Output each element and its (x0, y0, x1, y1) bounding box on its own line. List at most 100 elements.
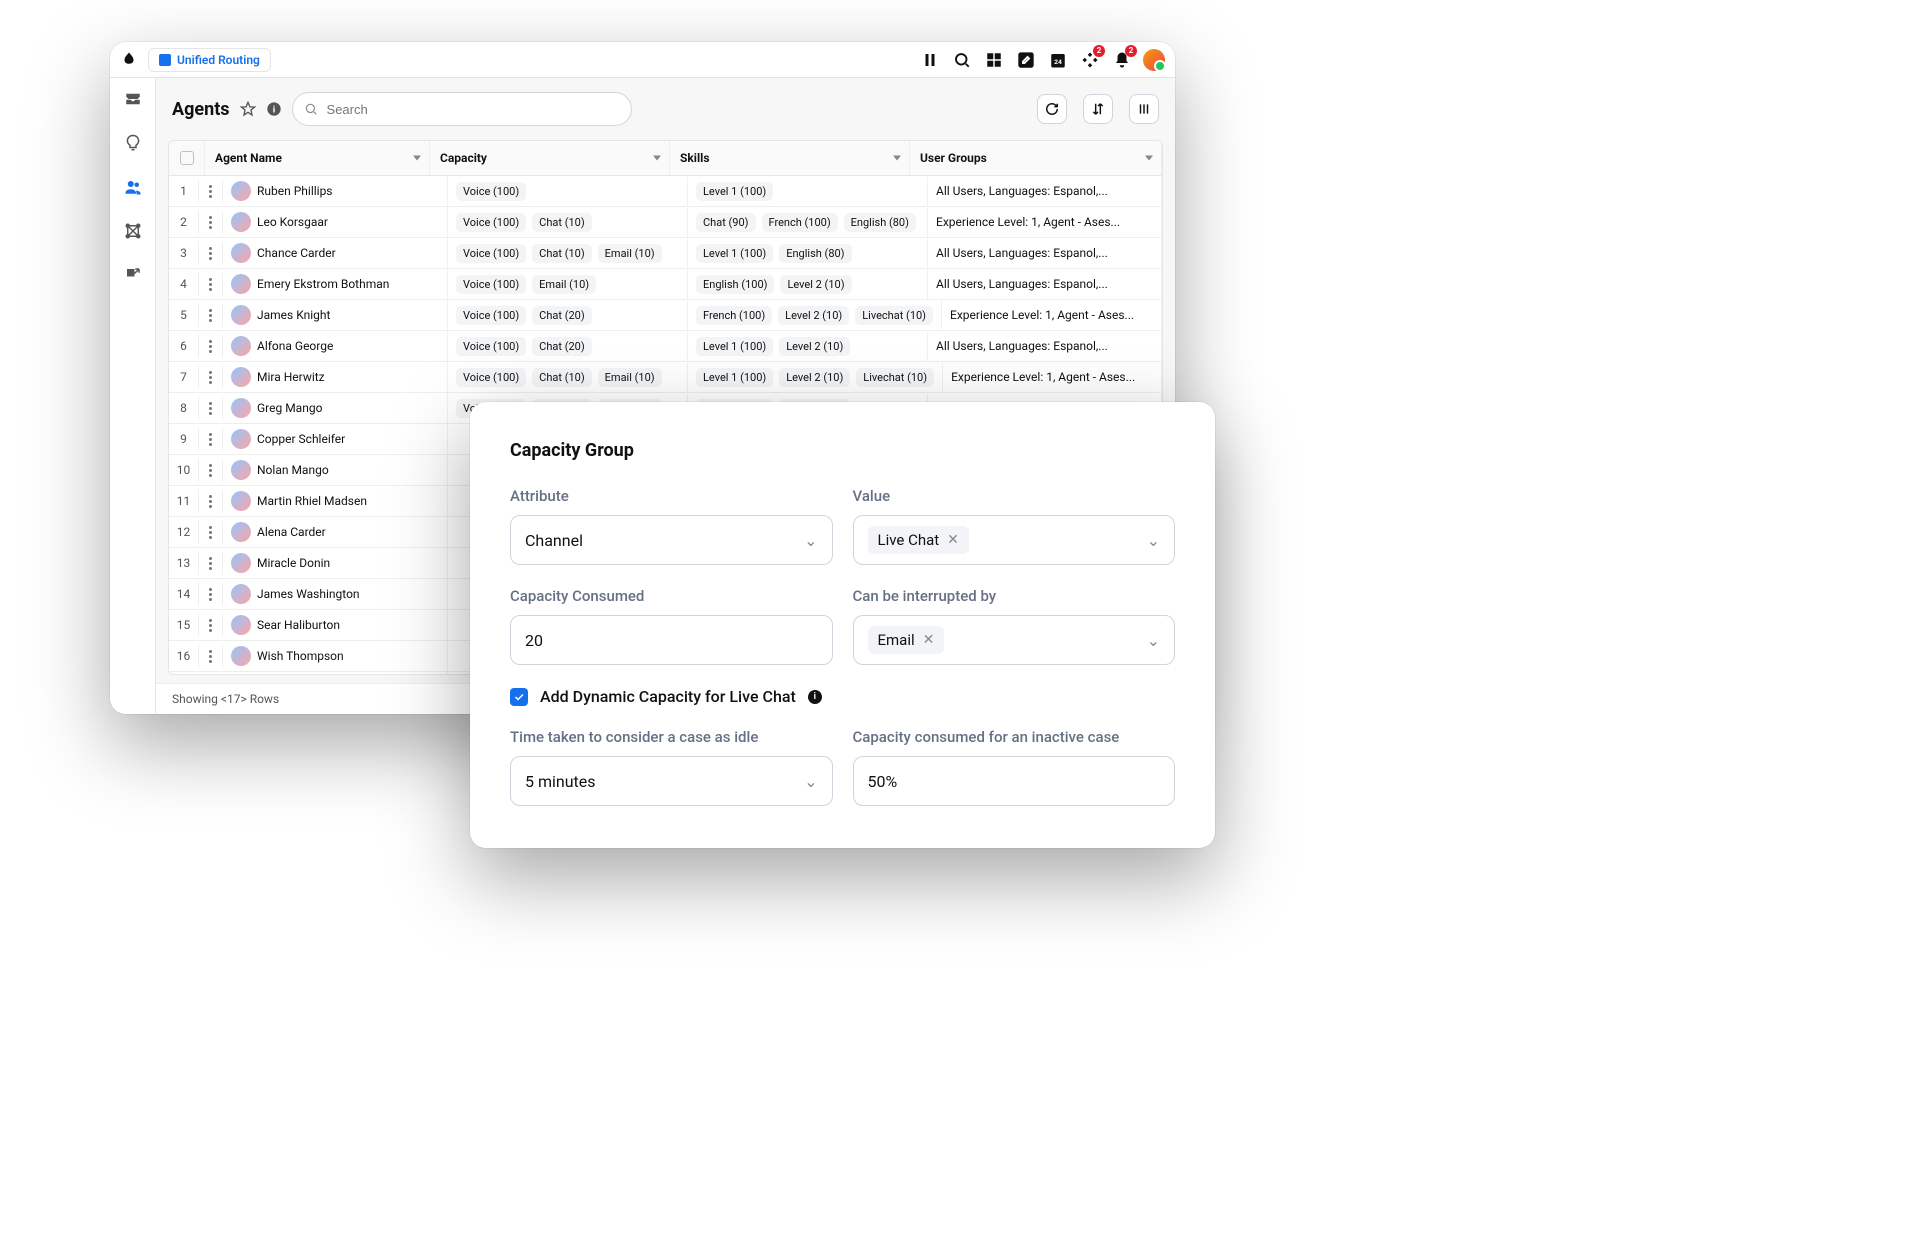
interrupt-tag[interactable]: Email✕ (868, 626, 945, 654)
avatar (231, 181, 251, 201)
skill-chip: Level 1 (100) (696, 337, 773, 356)
calendar-icon[interactable]: 24 (1047, 49, 1069, 71)
capacity-chip: Chat (10) (532, 244, 592, 263)
panel-title: Capacity Group (510, 440, 1175, 461)
interrupt-label: Can be interrupted by (853, 587, 1176, 605)
col-capacity[interactable]: Capacity (430, 141, 670, 175)
table-row[interactable]: 2Leo KorsgaarVoice (100)Chat (10)Chat (9… (169, 207, 1162, 238)
avatar (231, 491, 251, 511)
user-avatar[interactable] (1143, 49, 1165, 71)
groups-cell: Experience Level: 1, Agent - Ases... (942, 300, 1162, 330)
pause-icon[interactable] (919, 49, 941, 71)
row-menu-button[interactable] (199, 397, 223, 420)
avatar (231, 398, 251, 418)
col-agent-name[interactable]: Agent Name (205, 141, 430, 175)
sidebar-bulb-icon[interactable] (122, 132, 144, 154)
idle-time-select[interactable]: 5 minutes ⌄ (510, 756, 833, 806)
sidebar-inbox-icon[interactable] (122, 88, 144, 110)
col-skills[interactable]: Skills (670, 141, 910, 175)
row-number: 5 (169, 303, 199, 327)
row-menu-button[interactable] (199, 211, 223, 234)
value-tag[interactable]: Live Chat✕ (868, 526, 969, 554)
agent-name-cell: Ruben Phillips (223, 176, 448, 206)
svg-text:i: i (272, 104, 274, 115)
row-menu-button[interactable] (199, 614, 223, 637)
inactive-capacity-input[interactable]: 50% (853, 756, 1176, 806)
avatar (231, 274, 251, 294)
row-menu-button[interactable] (199, 552, 223, 575)
chevron-down-icon: ⌄ (1147, 531, 1160, 550)
capacity-consumed-label: Capacity Consumed (510, 587, 833, 605)
capacity-cell: Voice (100)Chat (10) (448, 208, 688, 237)
agent-name-cell: Greg Mango (223, 393, 448, 423)
table-row[interactable]: 3Chance CarderVoice (100)Chat (10)Email … (169, 238, 1162, 269)
attribute-select[interactable]: Channel ⌄ (510, 515, 833, 565)
avatar (231, 367, 251, 387)
agent-name-cell: Leo Korsgaar (223, 207, 448, 237)
plugin-icon[interactable]: 2 (1079, 49, 1101, 71)
sidebar-agents-icon[interactable] (122, 176, 144, 198)
table-row[interactable]: 4Emery Ekstrom BothmanVoice (100)Email (… (169, 269, 1162, 300)
capacity-consumed-input[interactable]: 20 (510, 615, 833, 665)
agent-name-cell: Mira Herwitz (223, 362, 448, 392)
capacity-chip: Voice (100) (456, 306, 526, 325)
remove-tag-icon[interactable]: ✕ (923, 632, 935, 648)
select-all-checkbox[interactable] (180, 151, 194, 165)
table-row[interactable]: 1Ruben PhillipsVoice (100)Level 1 (100)A… (169, 176, 1162, 207)
row-number: 16 (169, 644, 199, 668)
agent-name-cell: Sear Haliburton (223, 610, 448, 640)
row-menu-button[interactable] (199, 304, 223, 327)
search-input[interactable] (292, 92, 632, 126)
row-menu-button[interactable] (199, 366, 223, 389)
avatar (231, 522, 251, 542)
unified-routing-pill[interactable]: Unified Routing (148, 48, 271, 72)
capacity-cell: Voice (100)Chat (10)Email (10) (448, 363, 688, 392)
agent-name: Chance Carder (257, 246, 336, 260)
info-icon[interactable]: i (266, 101, 282, 117)
value-select[interactable]: Live Chat✕ ⌄ (853, 515, 1176, 565)
row-menu-button[interactable] (199, 180, 223, 203)
capacity-chip: Voice (100) (456, 182, 526, 201)
col-user-groups[interactable]: User Groups (910, 141, 1162, 175)
remove-tag-icon[interactable]: ✕ (947, 532, 959, 548)
capacity-chip: Chat (20) (532, 306, 592, 325)
chat-icon (159, 54, 171, 66)
search-icon[interactable] (951, 49, 973, 71)
columns-button[interactable] (1129, 94, 1159, 124)
avatar (231, 615, 251, 635)
groups-cell: Experience Level: 1, Agent - Ases... (928, 207, 1162, 237)
skills-cell: French (100)Level 2 (10)Livechat (10) (688, 301, 942, 330)
row-menu-button[interactable] (199, 335, 223, 358)
grid-icon[interactable] (983, 49, 1005, 71)
refresh-button[interactable] (1037, 94, 1067, 124)
row-menu-button[interactable] (199, 459, 223, 482)
row-menu-button[interactable] (199, 521, 223, 544)
row-number: 8 (169, 396, 199, 420)
info-icon[interactable]: i (808, 690, 822, 704)
row-menu-button[interactable] (199, 583, 223, 606)
star-icon[interactable] (240, 101, 256, 117)
groups-cell: All Users, Languages: Espanol,... (928, 176, 1162, 206)
row-menu-button[interactable] (199, 273, 223, 296)
row-menu-button[interactable] (199, 242, 223, 265)
agent-name: Alfona George (257, 339, 333, 353)
interrupt-select[interactable]: Email✕ ⌄ (853, 615, 1176, 665)
row-menu-button[interactable] (199, 490, 223, 513)
dynamic-capacity-label: Add Dynamic Capacity for Live Chat (540, 687, 796, 706)
sort-button[interactable] (1083, 94, 1113, 124)
compose-icon[interactable] (1015, 49, 1037, 71)
sidebar-export-icon[interactable] (122, 264, 144, 286)
svg-text:24: 24 (1054, 57, 1062, 65)
table-row[interactable]: 7Mira HerwitzVoice (100)Chat (10)Email (… (169, 362, 1162, 393)
row-menu-button[interactable] (199, 645, 223, 668)
dynamic-capacity-checkbox[interactable] (510, 688, 528, 706)
skill-chip: Level 1 (100) (696, 244, 773, 263)
bell-icon[interactable]: 2 (1111, 49, 1133, 71)
skill-chip: Level 2 (10) (778, 306, 849, 325)
table-row[interactable]: 6Alfona GeorgeVoice (100)Chat (20)Level … (169, 331, 1162, 362)
row-menu-button[interactable] (199, 428, 223, 451)
table-row[interactable]: 5James KnightVoice (100)Chat (20)French … (169, 300, 1162, 331)
sidebar-nodes-icon[interactable] (122, 220, 144, 242)
agent-name-cell: Alfona George (223, 331, 448, 361)
avatar (231, 429, 251, 449)
